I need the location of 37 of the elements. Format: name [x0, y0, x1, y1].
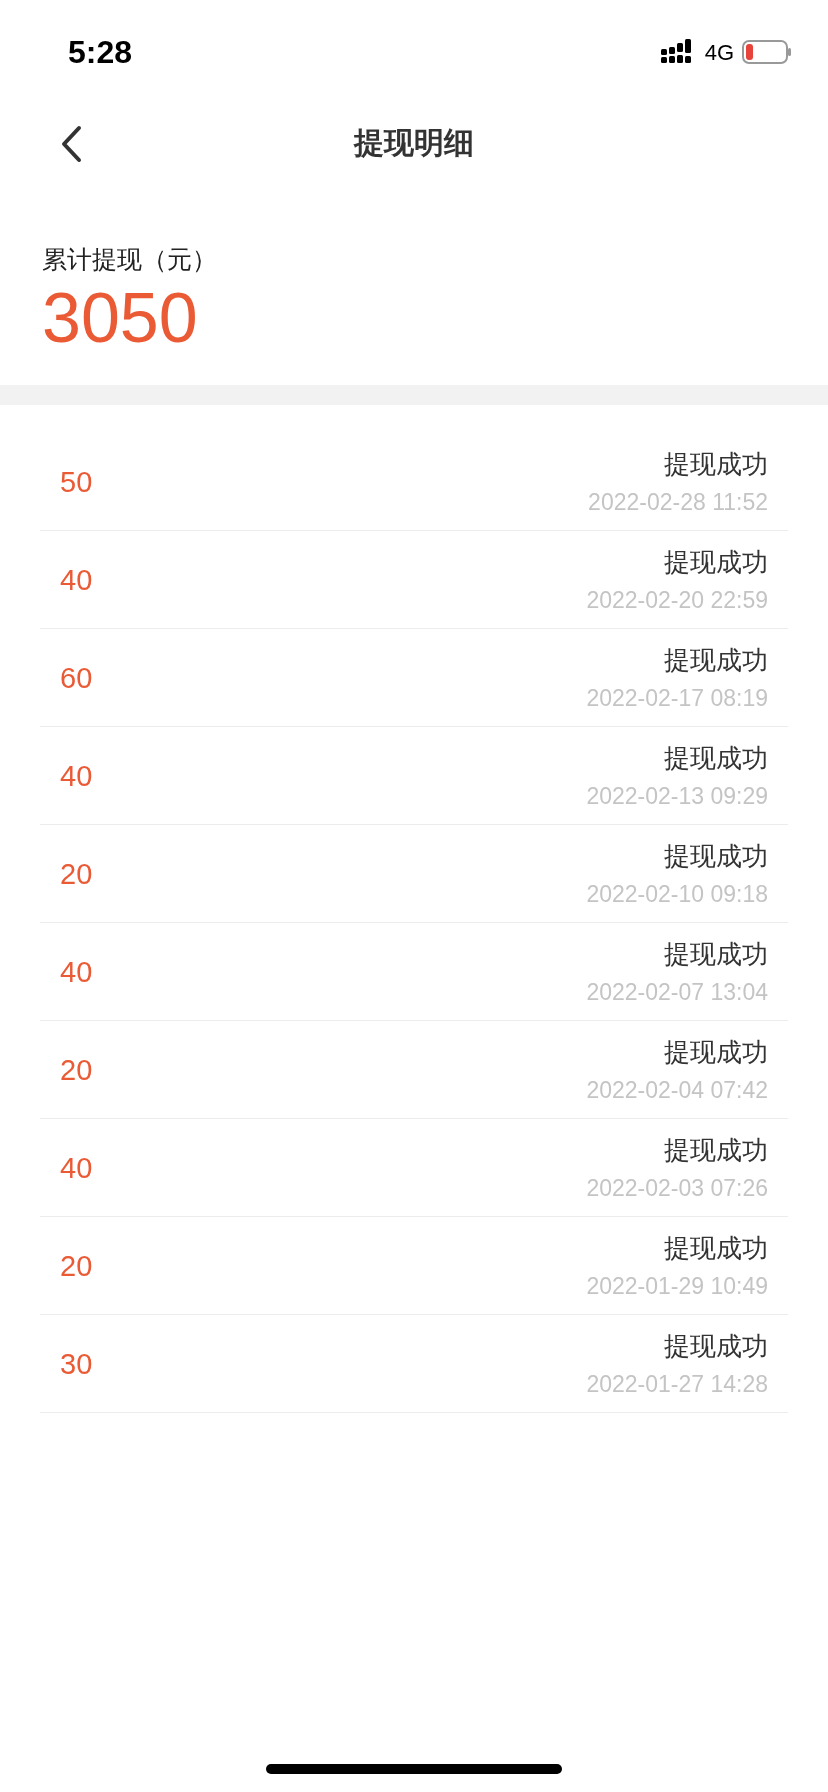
withdrawal-status: 提现成功: [664, 1231, 768, 1264]
withdrawal-amount: 50: [60, 464, 93, 500]
withdrawal-amount: 30: [60, 1346, 93, 1382]
withdrawal-status: 提现成功: [664, 1133, 768, 1166]
withdrawal-status: 提现成功: [664, 643, 768, 676]
withdrawal-status: 提现成功: [664, 447, 768, 480]
withdrawal-time: 2022-01-27 14:28: [586, 1369, 768, 1398]
withdrawal-amount: 20: [60, 1248, 93, 1284]
withdrawal-time: 2022-02-07 13:04: [586, 977, 768, 1006]
withdrawal-amount: 40: [60, 954, 93, 990]
withdrawal-amount: 20: [60, 1052, 93, 1088]
page-title: 提现明细: [354, 123, 474, 162]
withdrawal-time: 2022-02-20 22:59: [586, 585, 768, 614]
total-label: 累计提现（元）: [42, 244, 218, 276]
network-label: 4G: [704, 38, 734, 67]
withdrawal-time: 2022-02-04 07:42: [586, 1075, 768, 1104]
battery-icon: [742, 39, 792, 65]
total-amount: 3050: [42, 278, 199, 358]
withdrawal-status: 提现成功: [664, 741, 768, 774]
back-icon: [60, 125, 82, 163]
withdrawal-amount: 40: [60, 1150, 93, 1186]
status-time: 5:28: [68, 33, 133, 72]
withdrawal-amount: 40: [60, 758, 93, 794]
withdrawal-time: 2022-02-13 09:29: [586, 781, 768, 810]
withdrawal-status: 提现成功: [664, 839, 768, 872]
withdrawal-amount: 20: [60, 856, 93, 892]
withdrawal-time: 2022-02-10 09:18: [586, 879, 768, 908]
withdrawal-status: 提现成功: [664, 937, 768, 970]
withdrawal-amount: 40: [60, 562, 93, 598]
withdrawal-status: 提现成功: [664, 1035, 768, 1068]
withdrawal-amount: 60: [60, 660, 93, 696]
withdrawal-time: 2022-01-29 10:49: [586, 1271, 768, 1300]
withdrawal-time: 2022-02-28 11:52: [588, 487, 768, 516]
withdrawal-status: 提现成功: [664, 545, 768, 578]
withdrawal-status: 提现成功: [664, 1329, 768, 1362]
withdrawal-time: 2022-02-03 07:26: [586, 1173, 768, 1202]
withdrawal-time: 2022-02-17 08:19: [586, 683, 768, 712]
